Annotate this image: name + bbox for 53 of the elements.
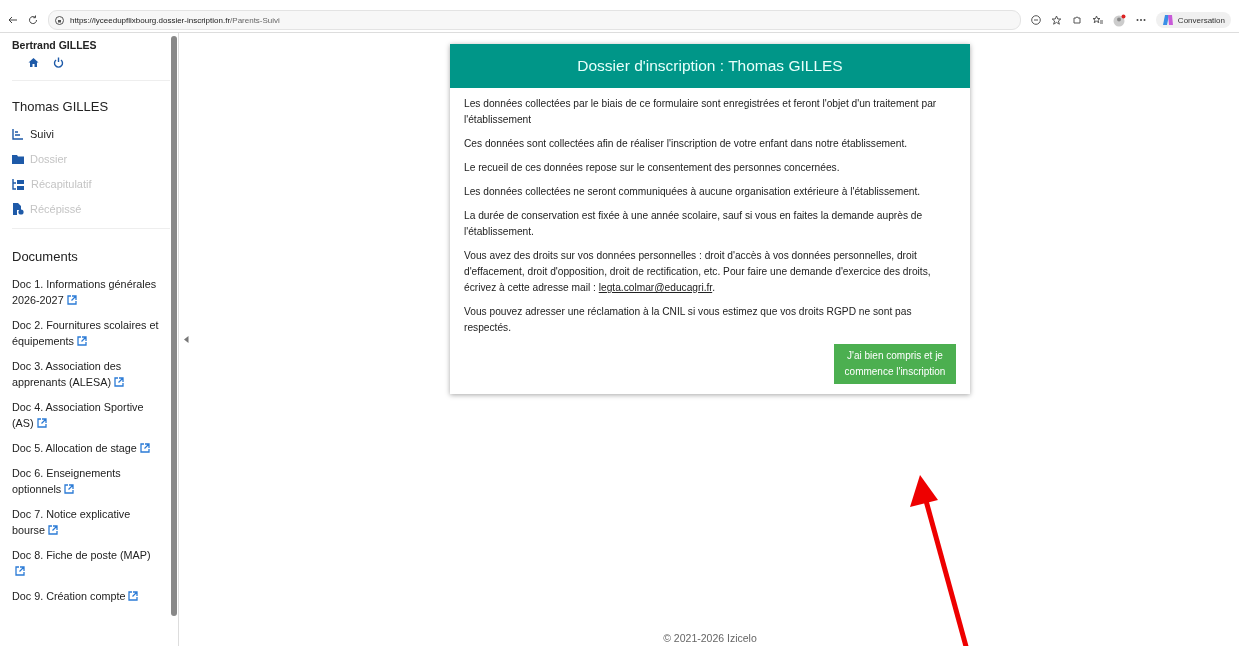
document-link[interactable]: Doc 3. Association des apprenants (ALESA): [12, 358, 170, 390]
external-link-icon: [66, 295, 77, 305]
puzzle-icon[interactable]: [1071, 15, 1082, 25]
file-icon: [12, 203, 24, 215]
document-link[interactable]: Doc 4. Association Sportive (AS): [12, 399, 170, 431]
profile-icon[interactable]: [1112, 13, 1126, 27]
paragraph: Vous avez des droits sur vos données personnelles : droit d'accès à vos données personnelles, droit d'effacement, droit d'opposition, droit de rectification, etc. Pour faire une demande d'exercice des droits, écrivez à cette adresse mail : legta.colmar@educagri.fr.: [464, 249, 932, 295]
email-link[interactable]: legta.colmar@educagri.fr: [598, 282, 713, 293]
paragraph: Vous pouvez adresser une réclamation à la CNIL si vous estimez que vos droits RGPD ne sont pas respectés.: [464, 305, 913, 335]
folder-icon: [12, 153, 24, 165]
external-link-icon: [64, 484, 75, 494]
favorites-icon[interactable]: [1091, 14, 1103, 26]
external-link-icon: [76, 336, 87, 346]
paragraph: Le recueil de ces données repose sur le consentement des personnes concernées.: [464, 161, 841, 175]
reload-icon[interactable]: [28, 15, 38, 25]
document-link[interactable]: Doc 2. Fournitures scolaires et équipements: [12, 317, 170, 349]
paragraph: Les données collectées ne seront communiquées à aucune organisation extérieure à l'établissement.: [464, 185, 922, 199]
document-link[interactable]: Doc 7. Notice explicative bourse: [12, 506, 170, 538]
paragraph: Ces données sont collectées afin de réaliser l'inscription de votre enfant dans notre établissement.: [464, 137, 909, 151]
conversation-button[interactable]: Conversation: [1155, 12, 1231, 28]
paragraph: La durée de conservation est fixée à une année scolaire, sauf si vous en faites la demande auprès de l'établissement.: [464, 209, 924, 239]
document-link[interactable]: Doc 1. Informations générales 2026-2027: [12, 276, 170, 308]
star-icon[interactable]: [1050, 14, 1062, 26]
more-icon[interactable]: [1135, 18, 1146, 22]
url-text: https://lyceedupflixbourg.dossier-inscription.fr/Parents-Suivi: [70, 15, 280, 25]
address-bar[interactable]: https://lyceedupflixbourg.dossier-inscription.fr/Parents-Suivi: [48, 10, 1021, 30]
document-link[interactable]: Doc 5. Allocation de stage: [12, 440, 170, 456]
scrollbar-thumb[interactable]: [171, 36, 177, 616]
nav-item[interactable]: Suivi: [12, 128, 170, 140]
home-icon[interactable]: [28, 57, 39, 68]
document-link[interactable]: Doc 8. Fiche de poste (MAP): [12, 547, 170, 579]
paragraph: Les données collectées par le biais de ce formulaire sont enregistrées et feront l'objet d'un traitement par l'établissement: [464, 97, 938, 127]
lock-icon: [55, 15, 64, 25]
external-link-icon: [128, 591, 139, 601]
document-link[interactable]: Doc 6. Enseignements optionnels: [12, 465, 170, 497]
external-link-icon: [114, 377, 125, 387]
footer-text: © 2021-2026 Izicelo: [663, 632, 757, 646]
copilot-icon: [1161, 14, 1174, 26]
reader-icon[interactable]: [1030, 15, 1041, 25]
power-icon[interactable]: [53, 57, 64, 68]
sitemap-icon: [12, 178, 25, 190]
student-name: Thomas GILLES: [12, 99, 110, 114]
external-link-icon: [15, 566, 25, 576]
back-icon[interactable]: [8, 15, 18, 25]
external-link-icon: [139, 443, 150, 453]
document-link[interactable]: Doc 9. Création compte: [12, 588, 170, 604]
chart-icon: [12, 128, 24, 140]
documents-heading: Documents: [12, 249, 79, 264]
collapse-icon[interactable]: [183, 336, 189, 343]
external-link-icon: [48, 525, 58, 535]
user-name: Bertrand GILLES: [12, 39, 98, 51]
external-link-icon: [36, 418, 47, 428]
card-title: Dossier d'inscription : Thomas GILLES: [450, 44, 970, 88]
